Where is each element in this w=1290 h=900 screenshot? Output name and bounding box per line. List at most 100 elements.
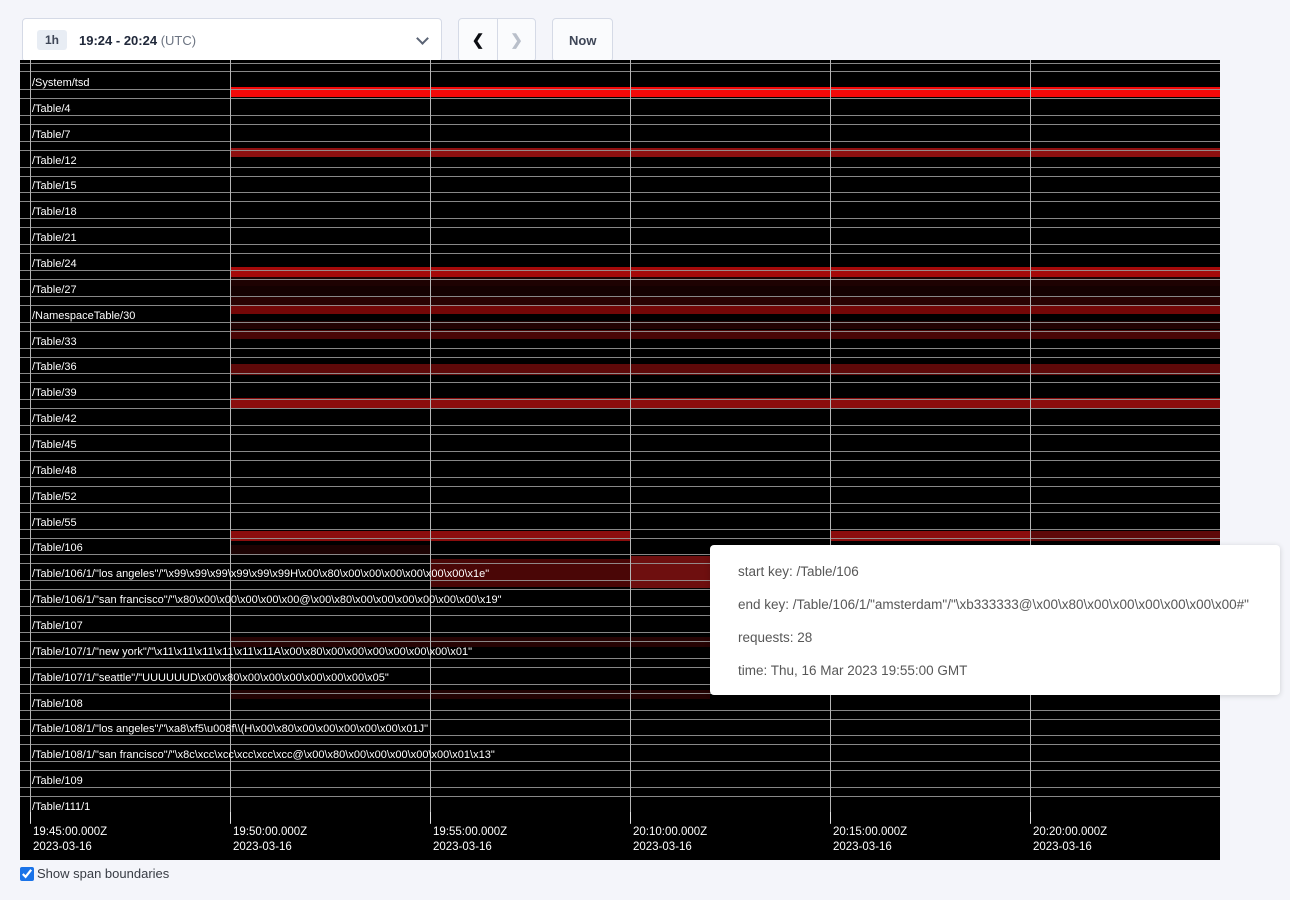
row-label: /Table/107/1/"new york"/"\x11\x11\x11\x1… (32, 646, 472, 658)
time-range-selector[interactable]: 1h 19:24 - 20:24 (UTC) (22, 18, 442, 62)
row-label: /Table/45 (32, 439, 77, 451)
x-axis-label: 19:50:00.000Z2023-03-16 (233, 825, 307, 854)
row-label: /Table/55 (32, 517, 77, 529)
next-interval-button[interactable]: ❯ (497, 19, 535, 61)
chevron-down-icon (416, 32, 429, 45)
time-gridline (230, 60, 231, 824)
row-label: /Table/18 (32, 206, 77, 218)
key-visualizer[interactable]: /System/tsd/Table/4/Table/7/Table/12/Tab… (20, 60, 1220, 860)
axis-time: 20:20:00.000Z (1033, 825, 1107, 840)
heat-band[interactable] (1030, 531, 1220, 541)
span-boundary-line (20, 176, 1220, 177)
axis-time: 19:55:00.000Z (433, 825, 507, 840)
tooltip-start-key: start key: /Table/106 (738, 562, 1280, 582)
row-label: /Table/52 (32, 491, 77, 503)
now-button[interactable]: Now (552, 18, 613, 62)
span-boundary-line (20, 124, 1220, 125)
span-boundary-line (20, 460, 1220, 461)
row-label: /Table/109 (32, 775, 83, 787)
span-boundary-line (20, 770, 1220, 771)
span-boundary-line (20, 408, 1220, 409)
tooltip-time: time: Thu, 16 Mar 2023 19:55:00 GMT (738, 661, 1280, 681)
x-axis-label: 20:15:00.000Z2023-03-16 (833, 825, 907, 854)
span-boundary-line (20, 305, 1220, 306)
axis-tick (230, 812, 231, 823)
row-label: /Table/42 (32, 413, 77, 425)
span-boundary-line (20, 150, 1220, 151)
span-boundary-line (20, 322, 1220, 323)
tooltip-requests: requests: 28 (738, 628, 1280, 648)
span-boundary-line (20, 451, 1220, 452)
heat-band[interactable] (830, 531, 1030, 541)
span-boundary-line (20, 115, 1220, 116)
span-boundary-line (20, 425, 1220, 426)
axis-tick (430, 812, 431, 823)
span-boundary-line (20, 477, 1220, 478)
time-window-badge: 1h (37, 30, 67, 50)
row-label: /Table/111/1 (32, 801, 90, 813)
span-boundary-line (20, 201, 1220, 202)
axis-time: 19:45:00.000Z (33, 825, 107, 840)
heat-band[interactable] (230, 305, 1220, 314)
time-gridline (1030, 60, 1031, 824)
span-boundary-line (20, 357, 1220, 358)
tooltip-end-key: end key: /Table/106/1/"amsterdam"/"\xb33… (738, 595, 1280, 615)
span-boundary-line (20, 270, 1220, 271)
axis-tick (1030, 812, 1031, 823)
axis-date: 2023-03-16 (233, 840, 307, 855)
time-range-text: 19:24 - 20:24 (UTC) (79, 33, 196, 48)
show-span-boundaries-label[interactable]: Show span boundaries (37, 866, 169, 881)
row-label: /Table/36 (32, 361, 77, 373)
span-boundary-line (20, 486, 1220, 487)
span-boundary-line (20, 434, 1220, 435)
span-boundary-line (20, 538, 1220, 539)
span-boundary-line (20, 227, 1220, 228)
span-boundary-line (20, 279, 1220, 280)
span-boundary-line (20, 331, 1220, 332)
time-gridline (630, 60, 631, 824)
x-axis-label: 19:45:00.000Z2023-03-16 (33, 825, 107, 854)
show-span-boundaries-checkbox[interactable] (20, 867, 34, 881)
heat-band[interactable] (230, 297, 1220, 305)
row-label: /Table/106/1/"san francisco"/"\x80\x00\x… (32, 594, 502, 606)
row-label: /Table/39 (32, 387, 77, 399)
x-axis-label: 20:20:00.000Z2023-03-16 (1033, 825, 1107, 854)
row-label: /Table/33 (32, 336, 77, 348)
span-boundary-line (20, 348, 1220, 349)
axis-time: 20:15:00.000Z (833, 825, 907, 840)
heat-band[interactable] (630, 556, 715, 588)
heat-band[interactable] (230, 690, 710, 699)
span-boundaries-control: Show span boundaries (20, 866, 169, 881)
timezone-text: (UTC) (161, 33, 196, 48)
span-boundary-line (20, 244, 1220, 245)
span-boundary-line (20, 141, 1220, 142)
key-visualizer-page: 1h 19:24 - 20:24 (UTC) ❮ ❯ Now /System/t… (0, 0, 1290, 900)
row-label: /Table/106 (32, 542, 83, 554)
axis-tick (630, 812, 631, 823)
heat-band[interactable] (230, 286, 1220, 296)
time-gridline (830, 60, 831, 824)
previous-interval-button[interactable]: ❮ (459, 19, 497, 61)
time-nav-group: ❮ ❯ (458, 18, 536, 62)
row-label: /Table/108 (32, 698, 83, 710)
heat-band[interactable] (230, 267, 1220, 277)
span-boundary-line (20, 253, 1220, 254)
row-label: /Table/108/1/"san francisco"/"\x8c\xcc\x… (32, 749, 495, 761)
row-label: /Table/21 (32, 232, 77, 244)
span-boundary-line (20, 167, 1220, 168)
row-label: /Table/48 (32, 465, 77, 477)
time-gridline (30, 60, 31, 824)
axis-date: 2023-03-16 (433, 840, 507, 855)
row-label: /Table/107/1/"seattle"/"UUUUUUD\x00\x80\… (32, 672, 389, 684)
axis-tick (830, 812, 831, 823)
x-axis-label: 20:10:00.000Z2023-03-16 (633, 825, 707, 854)
span-boundary-line (20, 529, 1220, 530)
x-axis-label: 19:55:00.000Z2023-03-16 (433, 825, 507, 854)
span-boundary-line (20, 192, 1220, 193)
span-boundary-line (20, 71, 1220, 72)
span-boundary-line (20, 719, 1220, 720)
row-label: /Table/4 (32, 103, 71, 115)
time-toolbar: 1h 19:24 - 20:24 (UTC) ❮ ❯ Now (22, 18, 613, 62)
axis-date: 2023-03-16 (33, 840, 107, 855)
span-boundary-line (20, 710, 1220, 711)
